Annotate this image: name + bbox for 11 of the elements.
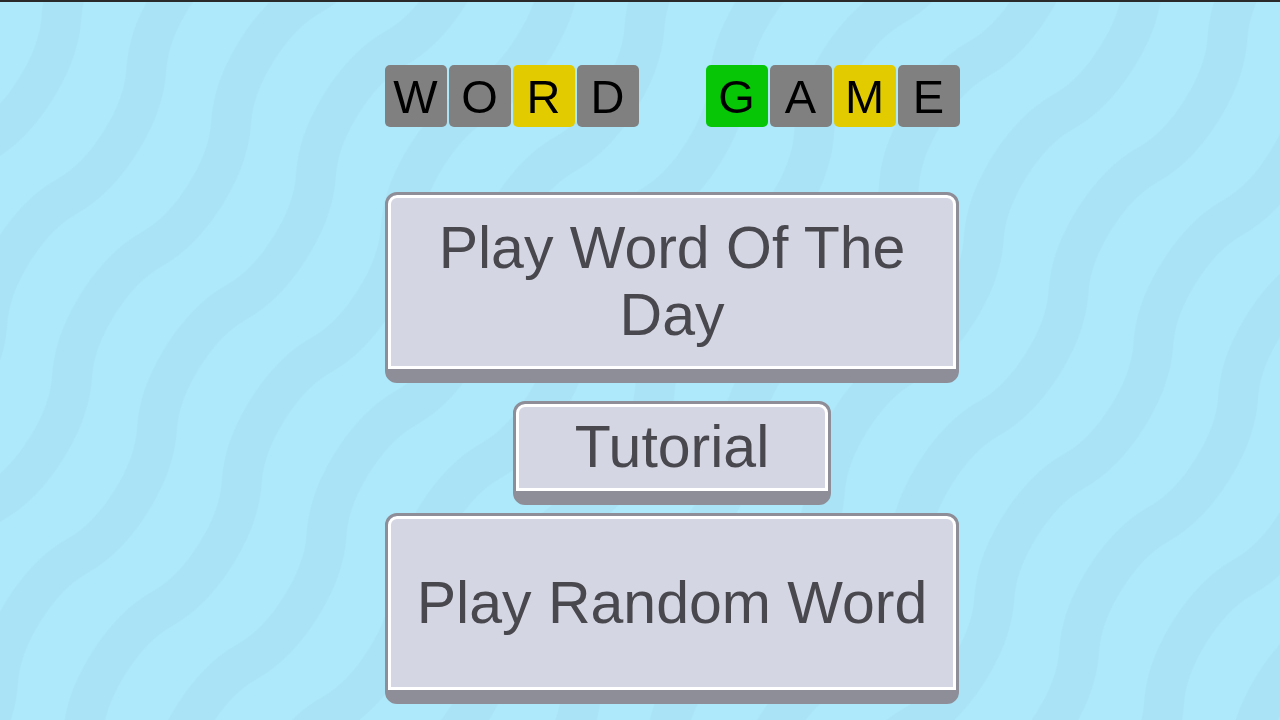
menu-button[interactable]: Tutorial	[513, 401, 831, 505]
letter-tile: A	[769, 65, 832, 127]
letter-tile: W	[384, 65, 447, 127]
letter-tile: E	[897, 65, 960, 127]
letter-tile: O	[448, 65, 511, 127]
letter-tile: D	[576, 65, 639, 127]
letter-tile: R	[512, 65, 575, 127]
letter-tile: M	[833, 65, 896, 127]
letter-tile: G	[705, 65, 768, 127]
menu-button[interactable]: Play Word Of The Day	[385, 192, 959, 383]
menu-button[interactable]: Play Random Word	[385, 513, 959, 704]
